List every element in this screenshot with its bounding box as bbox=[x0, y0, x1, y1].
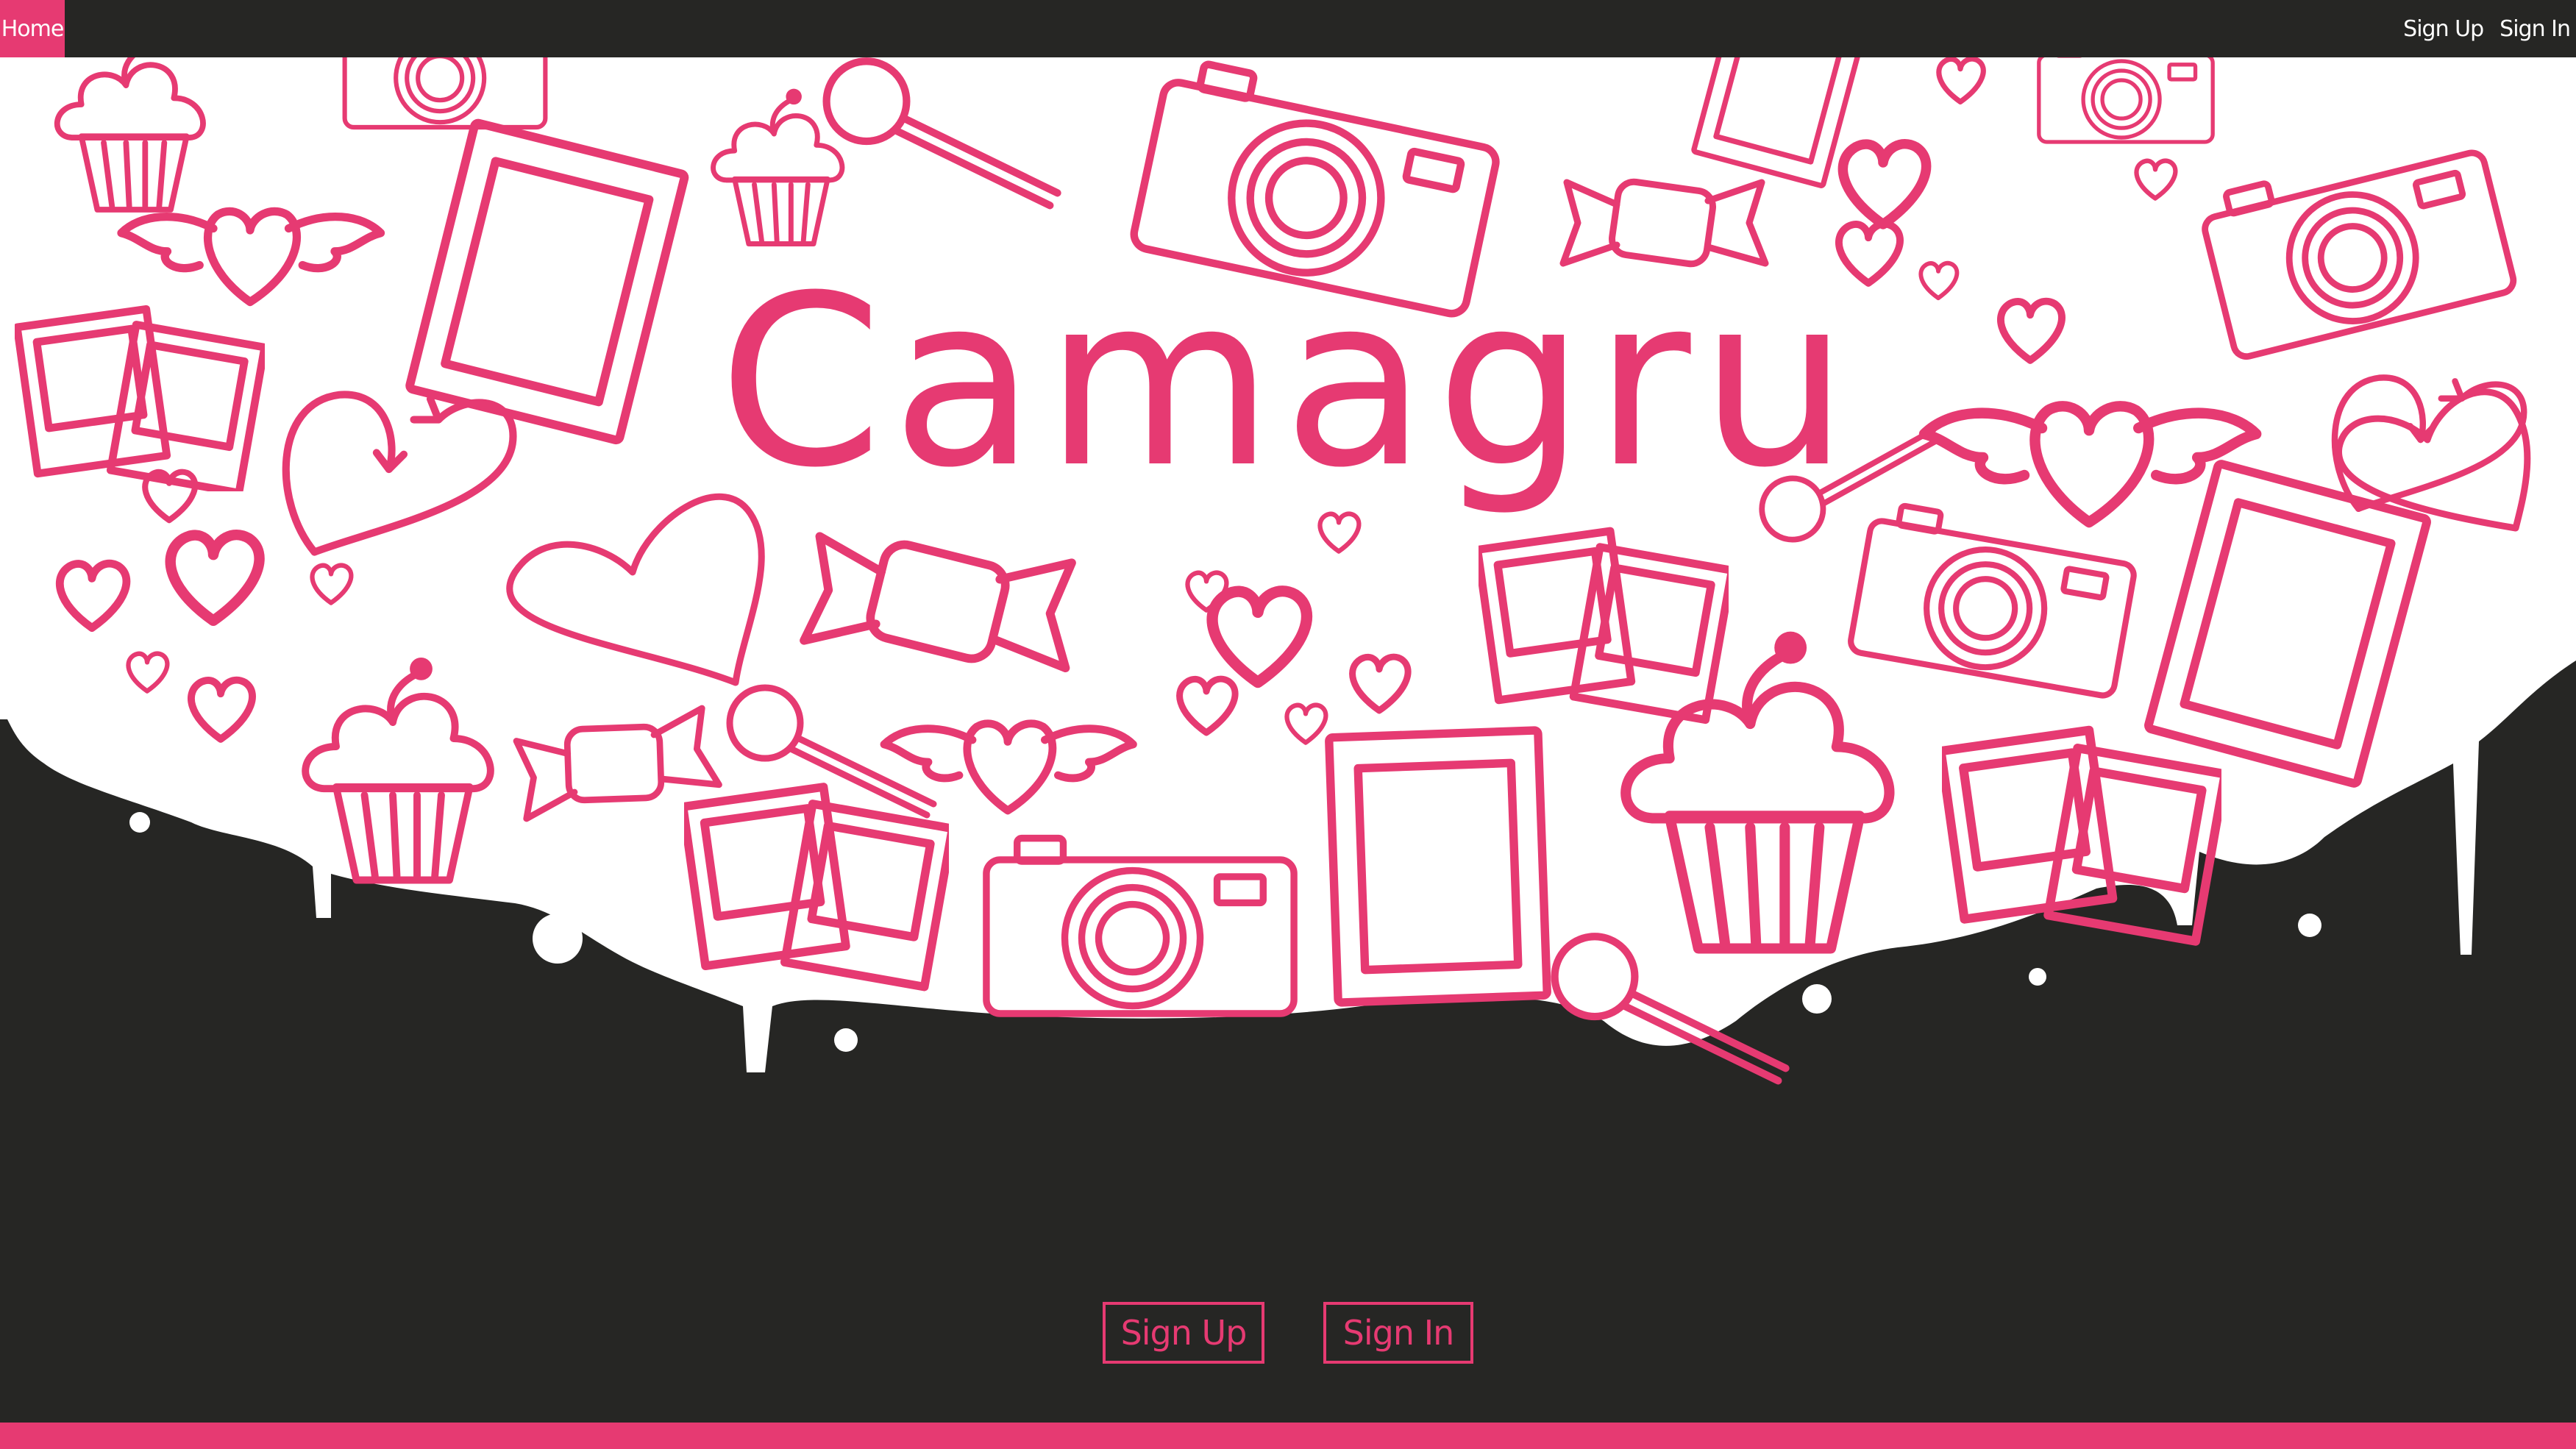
cta-group: Sign Up Sign In bbox=[0, 1302, 2576, 1368]
nav-signup-link[interactable]: Sign Up bbox=[2403, 16, 2484, 42]
top-navbar: Home Sign Up Sign In bbox=[0, 0, 2576, 57]
nav-right-links: Sign Up Sign In bbox=[2403, 0, 2571, 57]
nav-home-link[interactable]: Home bbox=[0, 0, 65, 57]
footer-bar bbox=[0, 1423, 2576, 1449]
signin-button[interactable]: Sign In bbox=[1323, 1302, 1473, 1364]
nav-signin-link[interactable]: Sign In bbox=[2499, 16, 2571, 42]
hero-doodle-background bbox=[0, 57, 2576, 1124]
hero-title: Camagru bbox=[718, 246, 1858, 519]
signup-button[interactable]: Sign Up bbox=[1103, 1302, 1264, 1364]
